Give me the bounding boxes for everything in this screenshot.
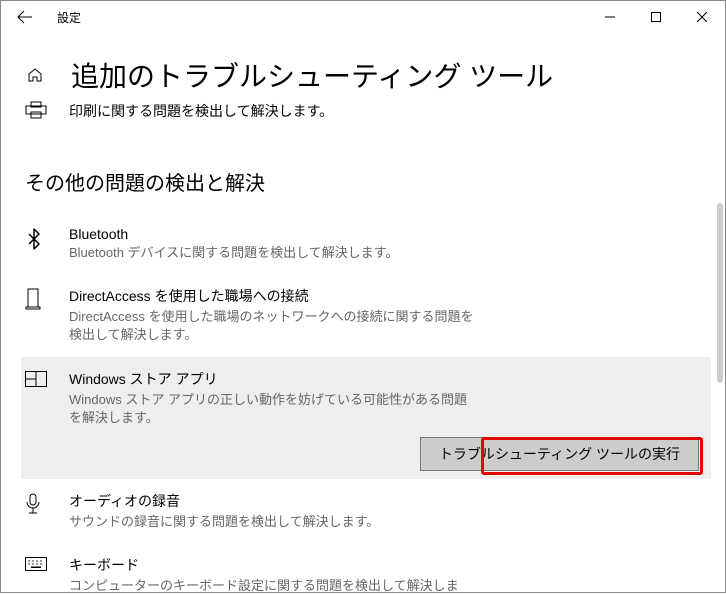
breadcrumb: 追加のトラブルシューティング ツール <box>25 55 701 95</box>
troubleshoot-item-keyboard[interactable]: キーボード コンピューターのキーボード設定に関する問題を検出して解決します。 <box>25 543 701 594</box>
minimize-icon <box>605 12 615 22</box>
computer-icon <box>25 288 41 344</box>
arrow-left-icon <box>17 9 33 25</box>
run-troubleshooter-button[interactable]: トラブルシューティング ツールの実行 <box>420 437 699 471</box>
home-icon[interactable] <box>25 66 45 84</box>
troubleshoot-item-bluetooth[interactable]: Bluetooth Bluetooth デバイスに関する問題を検出して解決します… <box>25 214 701 274</box>
scrollbar[interactable] <box>711 33 725 592</box>
troubleshoot-item-audio[interactable]: オーディオの録音 サウンドの録音に関する問題を検出して解決します。 <box>25 479 701 543</box>
minimize-button[interactable] <box>587 1 633 33</box>
microphone-icon <box>25 493 41 531</box>
section-heading: その他の問題の検出と解決 <box>25 167 701 196</box>
content-area: 追加のトラブルシューティング ツール 印刷に関する問題を検出して解決します。 そ… <box>1 33 725 594</box>
item-title: オーディオの録音 <box>69 491 474 511</box>
close-button[interactable] <box>679 1 725 33</box>
scrollbar-thumb[interactable] <box>717 203 723 383</box>
item-title: Bluetooth <box>69 226 474 242</box>
item-desc: サウンドの録音に関する問題を検出して解決します。 <box>69 513 474 531</box>
item-desc: DirectAccess を使用した職場のネットワークへの接続に関する問題を検出… <box>69 308 474 344</box>
troubleshoot-item-directaccess[interactable]: DirectAccess を使用した職場への接続 DirectAccess を使… <box>25 274 701 356</box>
header-printer-row: 印刷に関する問題を検出して解決します。 <box>25 101 701 121</box>
keyboard-icon <box>25 557 47 594</box>
item-title: DirectAccess を使用した職場への接続 <box>69 286 474 306</box>
item-desc: Windows ストア アプリの正しい動作を妨げている可能性がある問題を解決しま… <box>69 391 474 427</box>
apps-icon <box>25 371 47 427</box>
item-title: Windows ストア アプリ <box>69 369 474 389</box>
item-desc: コンピューターのキーボード設定に関する問題を検出して解決します。 <box>69 577 474 594</box>
window-title: 設定 <box>49 9 81 26</box>
close-icon <box>697 12 707 22</box>
header-desc: 印刷に関する問題を検出して解決します。 <box>69 101 701 121</box>
back-button[interactable] <box>1 1 49 33</box>
troubleshoot-item-storeapps[interactable]: Windows ストア アプリ Windows ストア アプリの正しい動作を妨げ… <box>21 357 725 479</box>
bluetooth-icon <box>25 228 43 262</box>
page-title: 追加のトラブルシューティング ツール <box>71 55 553 95</box>
titlebar: 設定 <box>1 1 725 33</box>
item-title: キーボード <box>69 555 474 575</box>
maximize-button[interactable] <box>633 1 679 33</box>
item-desc: Bluetooth デバイスに関する問題を検出して解決します。 <box>69 244 474 262</box>
printer-icon <box>25 101 47 119</box>
maximize-icon <box>651 12 661 22</box>
